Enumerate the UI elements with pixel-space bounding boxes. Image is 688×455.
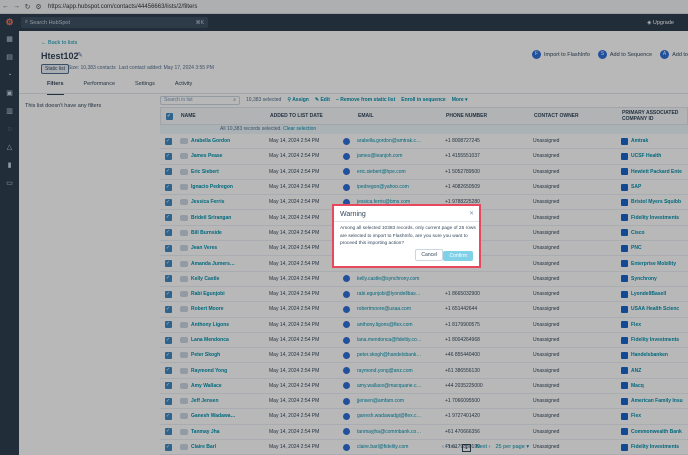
- dialog-title: Warning: [340, 211, 366, 218]
- dialog-message: Among all selected 10383 records, only c…: [340, 226, 476, 246]
- cancel-button[interactable]: Cancel: [415, 249, 443, 261]
- confirm-button[interactable]: Confirm: [443, 251, 473, 261]
- close-icon[interactable]: ✕: [469, 210, 474, 217]
- warning-dialog: Warning ✕ Among all selected 10383 recor…: [332, 204, 481, 268]
- dialog-divider: [334, 221, 479, 222]
